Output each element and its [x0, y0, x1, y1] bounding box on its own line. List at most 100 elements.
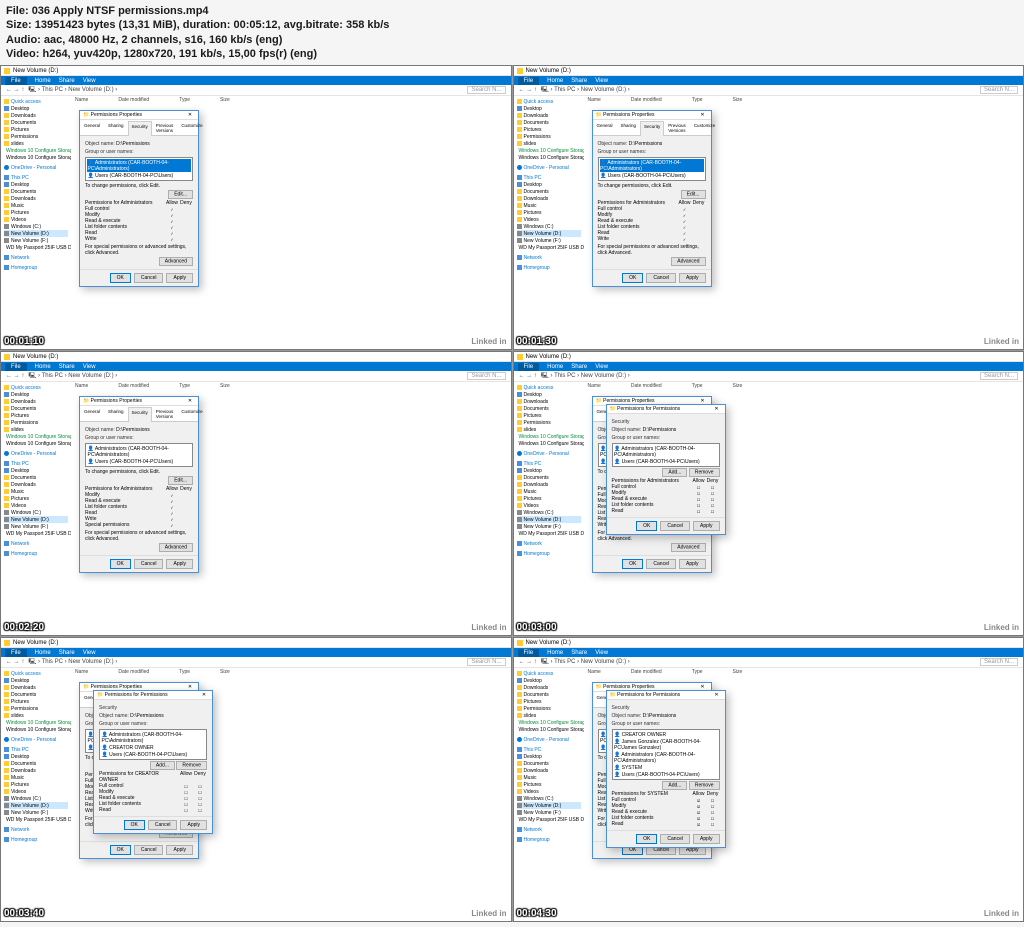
sidebar-item[interactable]: Network — [517, 540, 581, 547]
sidebar-item[interactable]: slides — [517, 712, 581, 719]
sidebar-item[interactable]: Music — [4, 774, 68, 781]
sidebar-item[interactable]: Downloads — [4, 112, 68, 119]
sidebar-item[interactable]: Network — [4, 540, 68, 547]
user-entry[interactable]: 👤 Administrators (CAR-BOOTH-04-PC\Admini… — [87, 445, 191, 458]
tab-sharing[interactable]: Sharing — [104, 406, 128, 421]
sidebar-item[interactable]: Permissions — [4, 419, 68, 426]
sidebar-item[interactable]: OneDrive - Personal — [517, 164, 581, 171]
sidebar-item[interactable]: slides — [517, 140, 581, 147]
sidebar-item[interactable]: This PC — [4, 460, 68, 467]
sidebar-item[interactable]: Desktop — [517, 677, 581, 684]
share-tab[interactable]: Share — [59, 650, 75, 656]
sidebar-item[interactable]: Quick access — [517, 384, 581, 391]
sidebar-item[interactable]: Music — [4, 488, 68, 495]
tab-customize[interactable]: Customize — [177, 120, 206, 135]
advanced-button[interactable]: Advanced — [159, 543, 193, 552]
sidebar-item[interactable]: This PC — [4, 174, 68, 181]
sidebar-item[interactable]: Pictures — [517, 209, 581, 216]
sidebar-item[interactable]: Documents — [517, 760, 581, 767]
sidebar-item[interactable]: slides — [4, 712, 68, 719]
sidebar-item[interactable]: New Volume (F:) — [4, 523, 68, 530]
address-bar[interactable]: ← → ↑ 🖳 › This PC › New Volume (D:) › Se… — [514, 85, 1024, 96]
user-entry[interactable]: 👤 Administrators (CAR-BOOTH-04-PC\Admini… — [600, 159, 704, 172]
sidebar-item[interactable]: New Volume (D:) — [517, 230, 581, 237]
sidebar-item[interactable]: Music — [4, 202, 68, 209]
ok-button[interactable]: OK — [110, 559, 131, 569]
tab-customize[interactable]: Customize — [690, 120, 719, 135]
sidebar-item[interactable]: Quick access — [517, 98, 581, 105]
tab-previous versions[interactable]: Previous Versions — [152, 120, 178, 135]
user-entry[interactable]: 👤 SYSTEM — [614, 764, 718, 771]
cancel-button[interactable]: Cancel — [148, 820, 178, 830]
apply-button[interactable]: Apply — [693, 521, 720, 531]
sidebar-item[interactable]: WD My Passport 25IF USB Device (G:) — [517, 816, 581, 823]
sidebar-item[interactable]: Desktop — [517, 467, 581, 474]
sidebar-item[interactable]: Permissions — [517, 133, 581, 140]
sidebar-item[interactable]: Pictures — [4, 126, 68, 133]
sidebar-item[interactable]: Quick access — [4, 384, 68, 391]
cancel-button[interactable]: Cancel — [134, 559, 164, 569]
sidebar-item[interactable]: Pictures — [4, 698, 68, 705]
sidebar-item[interactable]: Pictures — [4, 495, 68, 502]
column-headers[interactable]: NameDate modifiedTypeSize — [71, 382, 511, 390]
share-tab[interactable]: Share — [59, 364, 75, 370]
tab-previous versions[interactable]: Previous Versions — [664, 120, 690, 135]
tab-general[interactable]: General — [80, 406, 104, 421]
sidebar-item[interactable]: New Volume (F:) — [517, 237, 581, 244]
apply-button[interactable]: Apply — [166, 273, 193, 283]
sidebar-item[interactable]: Downloads — [517, 195, 581, 202]
sidebar-item[interactable]: New Volume (D:) — [517, 802, 581, 809]
ok-button[interactable]: OK — [110, 845, 131, 855]
sidebar-item[interactable]: New Volume (D:) — [4, 802, 68, 809]
sidebar-item[interactable]: Homegroup — [4, 550, 68, 557]
sidebar-item[interactable]: Network — [517, 254, 581, 261]
edit-button[interactable]: Edit... — [168, 476, 193, 485]
sidebar-item[interactable]: New Volume (F:) — [517, 809, 581, 816]
home-tab[interactable]: Home — [35, 364, 51, 370]
ok-button[interactable]: OK — [124, 820, 145, 830]
sidebar-item[interactable]: Quick access — [4, 670, 68, 677]
add-button[interactable]: Add... — [662, 468, 687, 477]
sidebar-item[interactable]: Downloads — [517, 481, 581, 488]
cancel-button[interactable]: Cancel — [646, 559, 676, 569]
user-entry[interactable]: 👤 Users (CAR-BOOTH-04-PC\Users) — [87, 172, 191, 179]
user-entry[interactable]: 👤 Administrators (CAR-BOOTH-04-PC\Admini… — [614, 445, 718, 458]
sidebar-item[interactable]: Windows (C:) — [4, 795, 68, 802]
tab-sharing[interactable]: Sharing — [617, 120, 641, 135]
sidebar-item[interactable]: Pictures — [517, 495, 581, 502]
address-bar[interactable]: ← → ↑ 🖳 › This PC › New Volume (D:) › Se… — [1, 371, 511, 382]
share-tab[interactable]: Share — [571, 78, 587, 84]
user-entry[interactable]: 👤 Users (CAR-BOOTH-04-PC\Users) — [87, 458, 191, 465]
sidebar-item[interactable]: WD My Passport 25IF USB Device (G:) — [4, 530, 68, 537]
sidebar-item[interactable]: Videos — [517, 216, 581, 223]
sidebar-item[interactable]: Permissions — [4, 705, 68, 712]
sidebar-item[interactable]: OneDrive - Personal — [517, 450, 581, 457]
sidebar-item[interactable]: Documents — [4, 691, 68, 698]
users-listbox[interactable]: 👤 Administrators (CAR-BOOTH-04-PC\Admini… — [598, 157, 706, 181]
sidebar-item[interactable]: Downloads — [517, 767, 581, 774]
cancel-button[interactable]: Cancel — [134, 845, 164, 855]
column-headers[interactable]: NameDate modifiedTypeSize — [584, 382, 1024, 390]
user-entry[interactable]: 👤 Users (CAR-BOOTH-04-PC\Users) — [600, 172, 704, 179]
cancel-button[interactable]: Cancel — [660, 834, 690, 844]
sidebar-item[interactable]: WD My Passport 25IF USB Device (G:) — [4, 816, 68, 823]
sidebar-item[interactable]: Music — [517, 774, 581, 781]
close-icon[interactable]: ✕ — [199, 692, 209, 698]
search-input[interactable]: Search N... — [980, 86, 1018, 94]
sidebar-item[interactable]: Homegroup — [4, 836, 68, 843]
address-bar[interactable]: ← → ↑ 🖳 › This PC › New Volume (D:) › Se… — [1, 85, 511, 96]
sidebar-item[interactable]: Documents — [517, 188, 581, 195]
sidebar-item[interactable]: Desktop — [4, 753, 68, 760]
sidebar-item[interactable]: Permissions — [517, 705, 581, 712]
remove-button[interactable]: Remove — [176, 761, 207, 770]
sidebar-item[interactable]: This PC — [517, 746, 581, 753]
sidebar-item[interactable]: Documents — [4, 474, 68, 481]
sidebar-item[interactable]: Downloads — [517, 684, 581, 691]
close-icon[interactable]: ✕ — [712, 692, 722, 698]
sidebar-item[interactable]: Quick access — [4, 98, 68, 105]
apply-button[interactable]: Apply — [166, 559, 193, 569]
sidebar-item[interactable]: Homegroup — [4, 264, 68, 271]
sidebar-item[interactable]: WD My Passport 25IF USB Device (G:) — [517, 244, 581, 251]
sidebar-item[interactable]: Permissions — [517, 419, 581, 426]
view-tab[interactable]: View — [595, 78, 608, 84]
